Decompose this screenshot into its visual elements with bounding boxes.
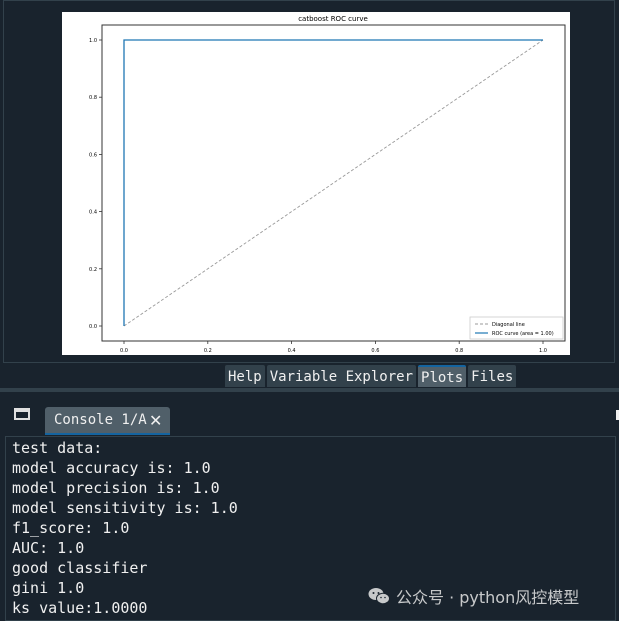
y-tick-label: 0.4 [89,210,97,216]
x-tick-label: 0.4 [288,348,296,354]
console-line: f1_score: 1.0 [12,519,130,537]
tab-files[interactable]: Files [468,365,517,387]
x-tick-label: 0.6 [371,348,379,354]
pane-splitter[interactable] [0,388,619,392]
tab-console[interactable]: Console 1/A ✕ [45,407,170,435]
plots-pane-tabbar: Help Variable Explorer Plots Files [225,365,517,387]
x-tick-label: 0.0 [120,348,128,354]
chart-legend: Diagonal line ROC curve (area = 1.00) [469,316,564,340]
x-tick-label: 0.2 [204,348,212,354]
y-tick-label: 0.2 [89,267,97,273]
tab-help[interactable]: Help [225,365,265,387]
wechat-icon [368,588,390,605]
console-line: AUC: 1.0 [12,539,85,557]
y-tick-label: 0.0 [89,324,97,330]
console-tab-label: Console 1/A [54,412,147,428]
y-tick-label: 0.8 [89,95,97,101]
roc-chart: catboost ROC curve 0.0 0.2 0.4 0.6 0.8 1.0 0.0… [89,15,566,354]
tab-plots[interactable]: Plots [418,365,467,387]
console-line: model accuracy is: 1.0 [12,459,211,477]
y-tick-label: 1.0 [89,38,97,44]
legend-label-roc: ROC curve (area = 1.00) [492,331,554,337]
close-icon[interactable]: ✕ [149,411,162,430]
plots-pane: catboost ROC curve 0.0 0.2 0.4 0.6 0.8 1.0 0.0… [3,0,615,363]
console-line: model precision is: 1.0 [12,479,220,497]
console-header: Console 1/A ✕ [0,396,619,436]
tab-variable-explorer[interactable]: Variable Explorer [266,365,417,387]
watermark: 公众号 · python风控模型 [368,584,579,608]
watermark-text: 公众号 · python风控模型 [396,588,580,607]
console-line: test data: [12,439,103,457]
x-tick-label: 0.8 [455,348,463,354]
roc-figure[interactable]: catboost ROC curve 0.0 0.2 0.4 0.6 0.8 1.0 0.0… [62,12,570,355]
x-tick-label: 1.0 [539,348,547,354]
console-line: model sensitivity is: 1.0 [12,499,238,517]
window-icon[interactable] [14,408,30,420]
legend-label-diagonal: Diagonal line [492,322,525,328]
chart-title: catboost ROC curve [298,15,368,23]
console-line: good classifier [12,559,148,577]
y-tick-label: 0.6 [89,152,97,158]
